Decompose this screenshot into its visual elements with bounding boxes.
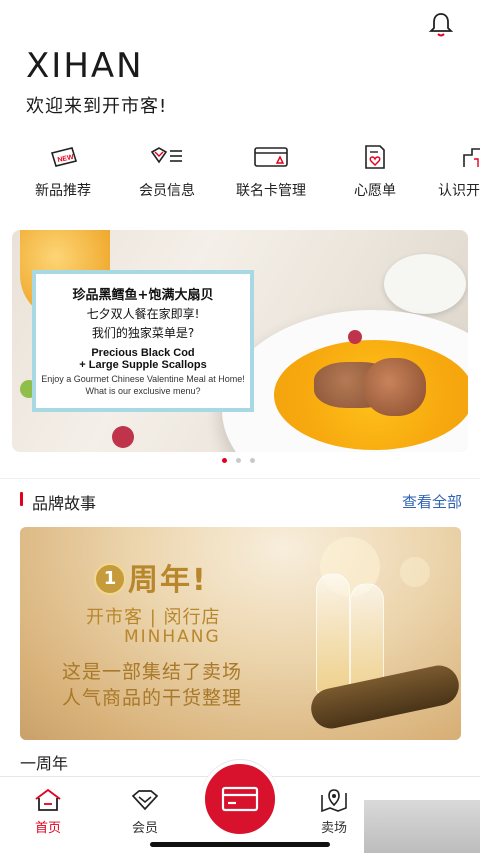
- quick-new-arrivals[interactable]: NEW 新品推荐: [18, 142, 108, 202]
- brand-story-card[interactable]: 1 周年! 开市客 | 闵行店 MINHANG 这是一部集结了卖场 人气商品的干…: [20, 527, 461, 740]
- overlay-corner: [364, 800, 480, 853]
- quick-label: 会员信息: [139, 183, 195, 199]
- quick-label: 心愿单: [354, 183, 396, 199]
- champagne-glass-image: [316, 573, 350, 693]
- quick-label: 认识开: [438, 183, 480, 199]
- tab-member[interactable]: 会员: [115, 787, 175, 836]
- quick-co-brand-card[interactable]: 联名卡管理: [226, 142, 316, 202]
- about-icon: [434, 142, 480, 172]
- quick-about[interactable]: 认识开: [434, 142, 480, 202]
- promo-title-en-1: Precious Black Cod: [91, 347, 195, 359]
- scallop-image: [364, 358, 426, 416]
- tab-home[interactable]: 首页: [18, 787, 78, 836]
- carousel-dot[interactable]: [250, 458, 255, 463]
- promo-title-zh: 珍品黑鳕鱼+饱满大扇贝: [72, 288, 214, 303]
- view-all-link[interactable]: 查看全部: [402, 491, 462, 512]
- notification-bell-icon[interactable]: [426, 10, 456, 40]
- quick-wishlist[interactable]: 心愿单: [330, 142, 420, 202]
- quick-label: 联名卡管理: [236, 183, 306, 199]
- promo-textbox: 珍品黑鳕鱼+饱满大扇贝 七夕双人餐在家即享! 我们的独家菜单是? Preciou…: [32, 270, 254, 412]
- wishlist-icon: [330, 142, 420, 172]
- promo-title-en-2: + Large Supple Scallops: [79, 359, 207, 371]
- bowl-image: [384, 254, 466, 314]
- promo-banner[interactable]: 珍品黑鳕鱼+饱满大扇贝 七夕双人餐在家即享! 我们的独家菜单是? Preciou…: [12, 230, 468, 452]
- section-title: 品牌故事: [32, 494, 97, 513]
- member-icon: [115, 787, 175, 813]
- promo-question-zh: 我们的独家菜单是?: [91, 326, 195, 340]
- story-line-2: 人气商品的干货整理: [62, 687, 243, 709]
- anniversary-title: 周年!: [128, 563, 208, 598]
- flower-decoration: [348, 330, 362, 344]
- home-icon: [18, 787, 78, 813]
- story-caption: 一周年: [20, 754, 69, 773]
- carousel-dot[interactable]: [222, 458, 227, 463]
- store-name: 开市客 | 闵行店: [86, 607, 221, 628]
- quick-actions: NEW 新品推荐 会员信息 联名卡管理 心愿单 认识开: [0, 142, 480, 202]
- promo-subtitle-zh: 七夕双人餐在家即享!: [86, 307, 200, 321]
- divider: [0, 478, 480, 479]
- store-location-icon: [304, 787, 364, 813]
- card-icon: [221, 786, 259, 812]
- tab-store[interactable]: 卖场: [304, 787, 364, 836]
- quick-label: 新品推荐: [35, 183, 91, 199]
- member-card-icon: [122, 142, 212, 172]
- story-line-1: 这是一部集结了卖场: [62, 661, 243, 683]
- home-indicator: [150, 842, 330, 847]
- membership-card-button[interactable]: [201, 760, 279, 838]
- store-name-en: MINHANG: [124, 627, 221, 647]
- promo-subtitle-en: Enjoy a Gourmet Chinese Valentine Meal a…: [41, 374, 245, 396]
- sparkle-decoration: [400, 557, 430, 587]
- carousel-indicator: [222, 458, 262, 464]
- brand-logo: XIHAN: [26, 46, 144, 86]
- tab-label: 卖场: [320, 821, 347, 836]
- new-tag-icon: NEW: [18, 142, 108, 172]
- tab-label: 会员: [131, 821, 158, 836]
- carousel-dot[interactable]: [236, 458, 241, 463]
- tab-label: 首页: [34, 821, 61, 836]
- co-brand-card-icon: [226, 142, 316, 172]
- quick-member-info[interactable]: 会员信息: [122, 142, 212, 202]
- welcome-text: 欢迎来到开市客!: [26, 96, 168, 117]
- flower-decoration: [112, 426, 134, 448]
- anniversary-badge: 1: [94, 563, 126, 595]
- section-marker: [20, 492, 23, 506]
